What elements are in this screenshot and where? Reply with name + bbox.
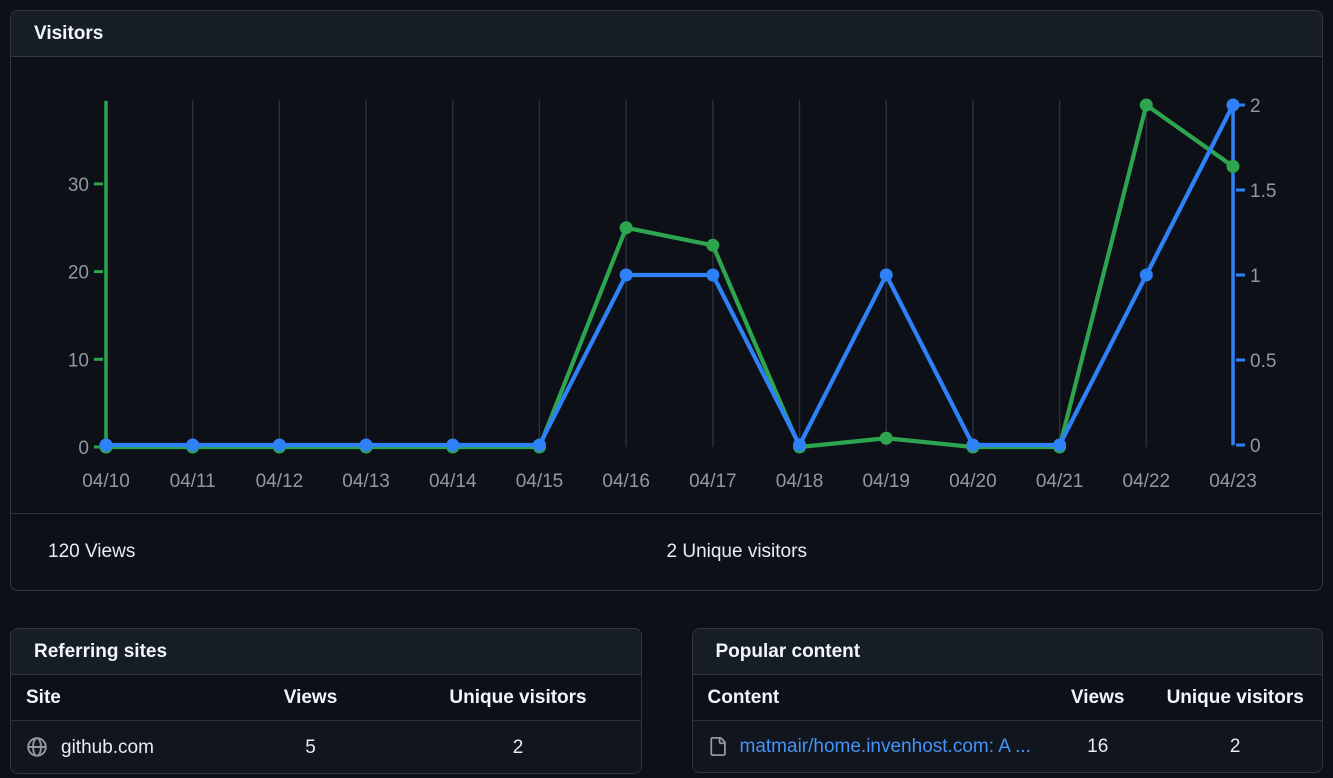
total-unique-visitors-stat: 2 Unique visitors [667, 541, 1286, 563]
x-axis-date-label: 04/23 [1209, 471, 1257, 492]
unique-visitors-point [966, 439, 979, 452]
x-axis-date-label: 04/19 [862, 471, 910, 492]
views-point [880, 432, 893, 445]
globe-icon [26, 736, 48, 758]
referring-sites-header-row: Site Views Unique visitors [11, 675, 641, 721]
x-axis-date-label: 04/12 [256, 471, 304, 492]
popular-content-card: Popular content Content Views Unique vis… [692, 628, 1324, 773]
content-link[interactable]: matmair/home.invenhost.com: A ... [740, 736, 1031, 757]
x-axis-date-label: 04/13 [342, 471, 390, 492]
visitors-summary-bar: 120 Views 2 Unique visitors [11, 513, 1322, 590]
referring-site-views: 5 [226, 721, 396, 774]
total-views-stat: 120 Views [48, 541, 667, 563]
referring-sites-title: Referring sites [34, 641, 618, 662]
unique-visitors-point [880, 269, 893, 282]
unique-visitors-point [1140, 269, 1153, 282]
referring-sites-table: Site Views Unique visitors [11, 675, 641, 773]
unique-visitors-point [360, 439, 373, 452]
left-axis-tick-label: 20 [68, 263, 89, 284]
x-axis-date-label: 04/14 [429, 471, 477, 492]
views-point [1227, 160, 1240, 173]
popular-content-table: Content Views Unique visitors [693, 675, 1323, 772]
column-header-views: Views [226, 675, 396, 721]
views-point [620, 221, 633, 234]
x-axis-date-label: 04/22 [1123, 471, 1171, 492]
x-axis-date-label: 04/16 [602, 471, 650, 492]
unique-visitors-point [100, 439, 113, 452]
column-header-views: Views [1047, 675, 1148, 721]
unique-visitors-point [273, 439, 286, 452]
table-row: matmair/home.invenhost.com: A ... 16 2 [693, 721, 1323, 773]
unique-visitors-point [186, 439, 199, 452]
content-unique-visitors: 2 [1148, 721, 1322, 773]
visitors-title: Visitors [34, 23, 1299, 44]
file-icon [708, 737, 727, 756]
unique-visitors-point [620, 269, 633, 282]
unique-visitors-point [793, 439, 806, 452]
referring-site-name: github.com [61, 737, 154, 758]
views-point [706, 239, 719, 252]
x-axis-date-label: 04/11 [170, 471, 216, 492]
table-row: github.com 5 2 [11, 721, 641, 774]
x-axis-date-label: 04/17 [689, 471, 737, 492]
column-header-unique-visitors: Unique visitors [396, 675, 641, 721]
unique-visitors-point [1227, 99, 1240, 112]
column-header-site: Site [11, 675, 226, 721]
left-axis-tick-label: 30 [68, 175, 89, 196]
popular-content-title: Popular content [716, 641, 1300, 662]
visitors-traffic-chart: 0 10 20 30 0 0.5 1 1.5 2 04/10 04/11 04/12 04/13 04/1… [11, 57, 1322, 513]
popular-content-header-row: Content Views Unique visitors [693, 675, 1323, 721]
left-axis-tick-label: 0 [78, 438, 89, 459]
referring-site-unique-visitors: 2 [396, 721, 641, 774]
visitors-card-header: Visitors [11, 11, 1322, 57]
column-header-content: Content [693, 675, 1047, 721]
unique-visitors-point [533, 439, 546, 452]
x-axis-date-label: 04/20 [949, 471, 997, 492]
right-axis-tick-label: 0.5 [1250, 351, 1276, 372]
right-axis-tick-label: 1 [1250, 266, 1261, 287]
left-axis-tick-label: 10 [68, 350, 89, 371]
x-axis-date-label: 04/18 [776, 471, 824, 492]
visitors-card: Visitors 0 10 20 30 0 0.5 1 1.5 2 04/10 04/11 04/12… [10, 10, 1323, 591]
x-axis-date-label: 04/21 [1036, 471, 1084, 492]
popular-content-header: Popular content [693, 629, 1323, 675]
unique-visitors-line [106, 105, 1233, 445]
views-point [1140, 99, 1153, 112]
right-axis-tick-label: 0 [1250, 436, 1261, 457]
traffic-tables-row: Referring sites Site Views Unique visito… [10, 628, 1323, 774]
x-axis-date-label: 04/10 [82, 471, 130, 492]
x-axis-date-label: 04/15 [516, 471, 564, 492]
column-header-unique-visitors: Unique visitors [1148, 675, 1322, 721]
unique-visitors-point [706, 269, 719, 282]
right-axis-tick-label: 2 [1250, 96, 1261, 117]
referring-sites-header: Referring sites [11, 629, 641, 675]
right-axis-tick-label: 1.5 [1250, 181, 1276, 202]
referring-sites-card: Referring sites Site Views Unique visito… [10, 628, 642, 774]
unique-visitors-point [446, 439, 459, 452]
unique-visitors-point [1053, 439, 1066, 452]
content-views: 16 [1047, 721, 1148, 773]
